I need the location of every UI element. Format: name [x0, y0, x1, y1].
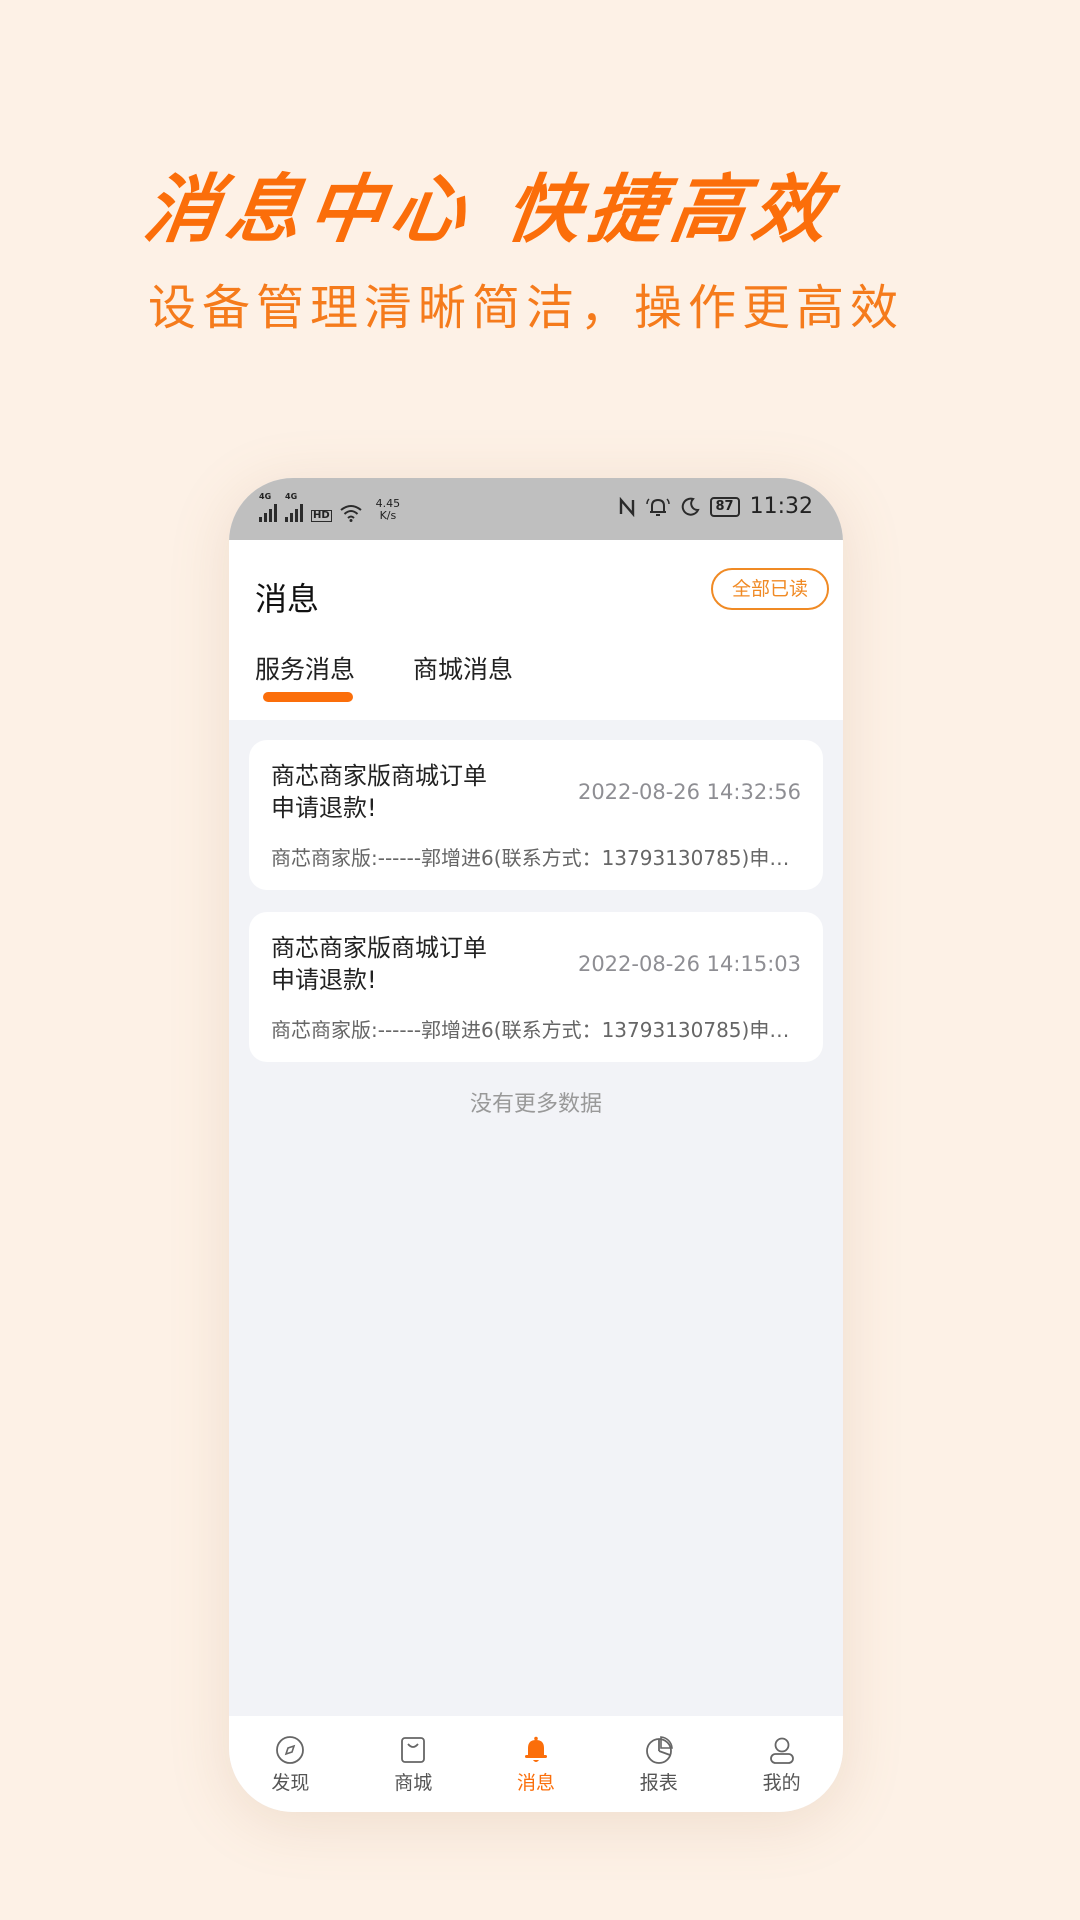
wifi-icon — [340, 505, 362, 522]
network-speed: 4.45 K/s — [376, 498, 401, 522]
tabbar-label: 消息 — [516, 1772, 555, 1794]
message-body: 商芯商家版:------郭增进6(联系方式：13793130785)申请退款 — [271, 846, 801, 870]
tabbar-item-mall[interactable]: 商城 — [352, 1716, 475, 1812]
message-title: 商芯商家版商城订单申请退款! — [271, 934, 487, 994]
message-tabs: 服务消息 商城消息 — [255, 650, 513, 702]
bell-icon — [524, 1736, 547, 1762]
network-type-label: 4G — [285, 492, 298, 501]
message-title: 商芯商家版商城订单申请退款! — [271, 762, 487, 822]
no-more-data-text: 没有更多数据 — [469, 1092, 602, 1117]
tabbar-item-messages[interactable]: 消息 — [475, 1716, 598, 1812]
clock: 11:32 — [749, 494, 813, 519]
message-card[interactable]: 商芯商家版商城订单申请退款! 2022-08-26 14:15:03 商芯商家版… — [249, 912, 823, 1062]
status-bar-left: 4G 4G HD 4.45 K/s — [259, 492, 401, 522]
message-card[interactable]: 商芯商家版商城订单申请退款! 2022-08-26 14:32:56 商芯商家版… — [249, 740, 823, 890]
moon-icon — [681, 497, 700, 516]
tabbar-item-me[interactable]: 我的 — [720, 1716, 843, 1812]
hd-icon: HD — [311, 510, 332, 522]
alarm-bell-icon — [645, 497, 670, 516]
tabbar-label: 报表 — [639, 1772, 678, 1794]
nfc-icon — [619, 496, 634, 517]
tabbar-item-reports[interactable]: 报表 — [597, 1716, 720, 1812]
signal-icon: 4G — [259, 492, 277, 522]
hero-title: 消息中心 快捷高效 — [139, 167, 841, 253]
status-bar: 4G 4G HD 4.45 K/s 87 11:32 — [229, 478, 843, 540]
network-type-label: 4G — [259, 492, 272, 501]
tabbar-label: 我的 — [762, 1772, 801, 1794]
tabbar-label: 商城 — [394, 1772, 433, 1794]
mark-all-read-button[interactable]: 全部已读 — [711, 568, 829, 610]
shopping-bag-icon — [401, 1737, 426, 1763]
bottom-tab-bar: 发现 商城 消息 报表 我的 — [229, 1716, 843, 1812]
tab-service-messages[interactable]: 服务消息 — [255, 650, 355, 702]
tab-mall-messages[interactable]: 商城消息 — [413, 650, 513, 686]
signal-icon: 4G — [285, 492, 303, 522]
battery-icon: 87 — [709, 496, 740, 517]
compass-icon — [276, 1736, 305, 1764]
app-header: 消息 全部已读 服务消息 商城消息 — [229, 540, 843, 720]
user-icon — [769, 1737, 794, 1764]
status-bar-right: 87 11:32 — [618, 494, 813, 519]
message-time: 2022-08-26 14:32:56 — [577, 780, 801, 804]
message-body: 商芯商家版:------郭增进6(联系方式：13793130785)申请退款 — [271, 1018, 801, 1042]
tabbar-item-discover[interactable]: 发现 — [229, 1716, 352, 1812]
speed-unit: K/s — [379, 509, 397, 522]
message-time: 2022-08-26 14:15:03 — [577, 952, 801, 976]
message-list: 商芯商家版商城订单申请退款! 2022-08-26 14:32:56 商芯商家版… — [229, 720, 843, 1118]
page-title: 消息 — [255, 580, 320, 618]
pie-chart-icon — [645, 1736, 673, 1764]
hero-subtitle: 设备管理清晰简洁，操作更高效 — [148, 280, 905, 336]
tabbar-label: 发现 — [271, 1772, 310, 1794]
phone-frame: 4G 4G HD 4.45 K/s 87 11:32 消息 全部已读 服务消息 … — [229, 478, 843, 1812]
